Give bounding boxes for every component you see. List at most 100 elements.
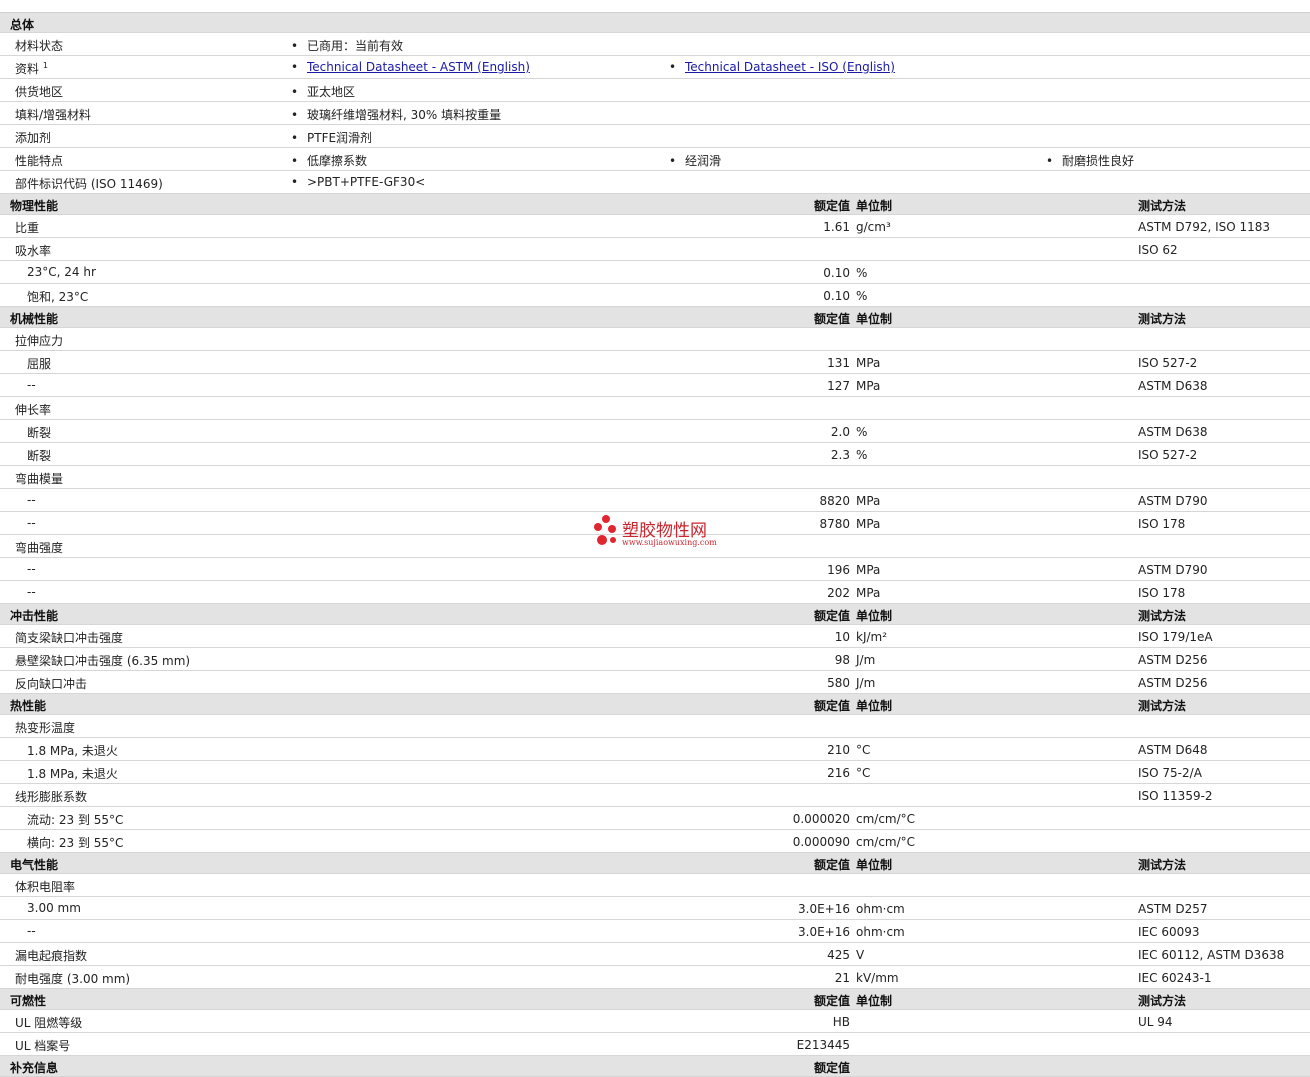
datasheet-link[interactable]: Technical Datasheet - ISO (English) (685, 60, 895, 74)
property-value: 131 (827, 356, 850, 370)
property-label: -- (27, 516, 36, 530)
general-row: 供货地区 亚太地区 (0, 79, 1310, 102)
property-value: E213445 (796, 1038, 850, 1052)
property-value: 0.000020 (792, 812, 850, 826)
logo-dots-icon (592, 514, 618, 548)
bullet-text: PTFE润滑剂 (307, 131, 373, 145)
property-row: 断裂 2.0% ASTM D638 (0, 420, 1310, 443)
property-label-text: 供货地区 (15, 85, 64, 99)
bullet-text: 已商用：当前有效 (307, 39, 404, 53)
property-label-text: 性能特点 (15, 154, 64, 168)
property-label: 比重 (15, 221, 40, 235)
column-header-value: 额定值 (813, 1061, 850, 1075)
section-title: 总体 (10, 18, 35, 32)
property-label-text: 部件标识代码 (ISO 11469) (15, 177, 163, 191)
section-header: 冲击性能 额定值 单位制 测试方法 (0, 604, 1310, 625)
section-title: 物理性能 (10, 199, 59, 213)
property-row: 饱和, 23°C 0.10% (0, 284, 1310, 307)
test-method: ISO 179/1eA (1138, 630, 1213, 644)
test-method: ASTM D256 (1138, 653, 1208, 667)
property-label: 流动: 23 到 55°C (27, 813, 124, 827)
property-unit: MPa (856, 494, 881, 508)
bullet-item: 低摩擦系数 (291, 152, 367, 169)
column-header-method: 测试方法 (1138, 994, 1187, 1008)
property-label: 热变形温度 (15, 721, 76, 735)
property-label: 23°C, 24 hr (27, 265, 96, 279)
watermark-logo: 塑胶物性网 www.sujiaowuxing.com (592, 514, 732, 552)
column-header-unit: 单位制 (856, 312, 893, 326)
test-method: ISO 527-2 (1138, 356, 1198, 370)
property-row: -- 8820 MPa ASTM D790 (0, 489, 1310, 512)
column-header-value: 额定值 (813, 699, 850, 713)
property-unit: % (856, 289, 868, 303)
column-header-value: 额定值 (813, 858, 850, 872)
property-value: 98 (834, 653, 850, 667)
property-label: 1.8 MPa, 未退火 (27, 767, 118, 781)
property-label: 漏电起痕指数 (15, 949, 88, 963)
property-label: 断裂 (27, 449, 52, 463)
property-label: -- (27, 493, 36, 507)
property-label: 横向: 23 到 55°C (27, 836, 124, 850)
property-row: 漏电起痕指数 425 V IEC 60112, ASTM D3638 (0, 943, 1310, 966)
property-label: 拉伸应力 (15, 334, 64, 348)
bullet-text: 耐磨损性良好 (1062, 154, 1135, 168)
property-label: 体积电阻率 (15, 880, 76, 894)
property-unit: MPa (856, 517, 881, 531)
test-method: ISO 178 (1138, 586, 1186, 600)
property-value: 2.3 (830, 448, 850, 462)
property-value: 580 (827, 676, 850, 690)
property-row: 23°C, 24 hr 0.10% (0, 261, 1310, 284)
test-method: IEC 60243-1 (1138, 971, 1212, 985)
property-unit: °C (856, 743, 871, 757)
property-label-text: 材料状态 (15, 39, 64, 53)
bullet-item: Technical Datasheet - ISO (English) (669, 60, 895, 74)
general-row: 性能特点 低摩擦系数 经润滑 耐磨损性良好 (0, 148, 1310, 171)
property-unit: cm/cm/°C (856, 812, 916, 826)
property-row: 线形膨胀系数 ISO 11359-2 (0, 784, 1310, 807)
property-label: 反向缺口冲击 (15, 677, 88, 691)
column-header-value: 额定值 (813, 994, 850, 1008)
property-label: -- (27, 562, 36, 576)
test-method: ISO 62 (1138, 243, 1178, 257)
property-value: 21 (834, 971, 850, 985)
property-label: 1.8 MPa, 未退火 (27, 744, 118, 758)
column-header-value: 额定值 (813, 312, 850, 326)
property-unit: MPa (856, 356, 881, 370)
property-value: 1.61 (823, 220, 850, 234)
column-header-unit: 单位制 (856, 858, 893, 872)
test-method: ISO 75-2/A (1138, 766, 1202, 780)
property-row: -- 202 MPa ISO 178 (0, 581, 1310, 604)
property-row: 断裂 2.3% ISO 527-2 (0, 443, 1310, 466)
test-method: ASTM D256 (1138, 676, 1208, 690)
property-row: 流动: 23 到 55°C 0.000020 cm/cm/°C (0, 807, 1310, 830)
property-row: UL 档案号 E213445 (0, 1033, 1310, 1056)
datasheet-link[interactable]: Technical Datasheet - ASTM (English) (307, 60, 530, 74)
bullet-item: 亚太地区 (291, 83, 355, 100)
general-row: 部件标识代码 (ISO 11469) >PBT+PTFE-GF30< (0, 171, 1310, 194)
section-header: 热性能 额定值 单位制 测试方法 (0, 694, 1310, 715)
property-label: -- (27, 924, 36, 938)
property-unit: % (856, 425, 868, 439)
property-row: 比重 1.61 g/cm³ ASTM D792, ISO 1183 (0, 215, 1310, 238)
property-row: 1.8 MPa, 未退火 216 °C ISO 75-2/A (0, 761, 1310, 784)
property-label: 性能特点 (15, 152, 63, 169)
property-label: UL 阻燃等级 (15, 1016, 83, 1030)
property-unit: J/m (856, 676, 876, 690)
property-label: 伸长率 (15, 403, 52, 417)
property-value: HB (832, 1015, 850, 1029)
property-label: 3.00 mm (27, 901, 81, 915)
section-header: 补充信息 额定值 (0, 1056, 1310, 1077)
property-row: 吸水率 ISO 62 (0, 238, 1310, 261)
property-row: -- 3.0E+16 ohm·cm IEC 60093 (0, 920, 1310, 943)
property-row: 反向缺口冲击 580 J/m ASTM D256 (0, 671, 1310, 694)
property-label: 线形膨胀系数 (15, 790, 88, 804)
property-label: -- (27, 585, 36, 599)
bullet-text: >PBT+PTFE-GF30< (307, 175, 426, 189)
property-label: 资料 1 (15, 60, 48, 77)
bullet-text: 玻璃纤维增强材料, 30% 填料按重量 (307, 108, 502, 122)
test-method: ASTM D790 (1138, 494, 1208, 508)
property-value: 8780 (819, 517, 850, 531)
bullet-item: 已商用：当前有效 (291, 37, 403, 54)
test-method: ASTM D638 (1138, 425, 1208, 439)
column-header-unit: 单位制 (856, 699, 893, 713)
